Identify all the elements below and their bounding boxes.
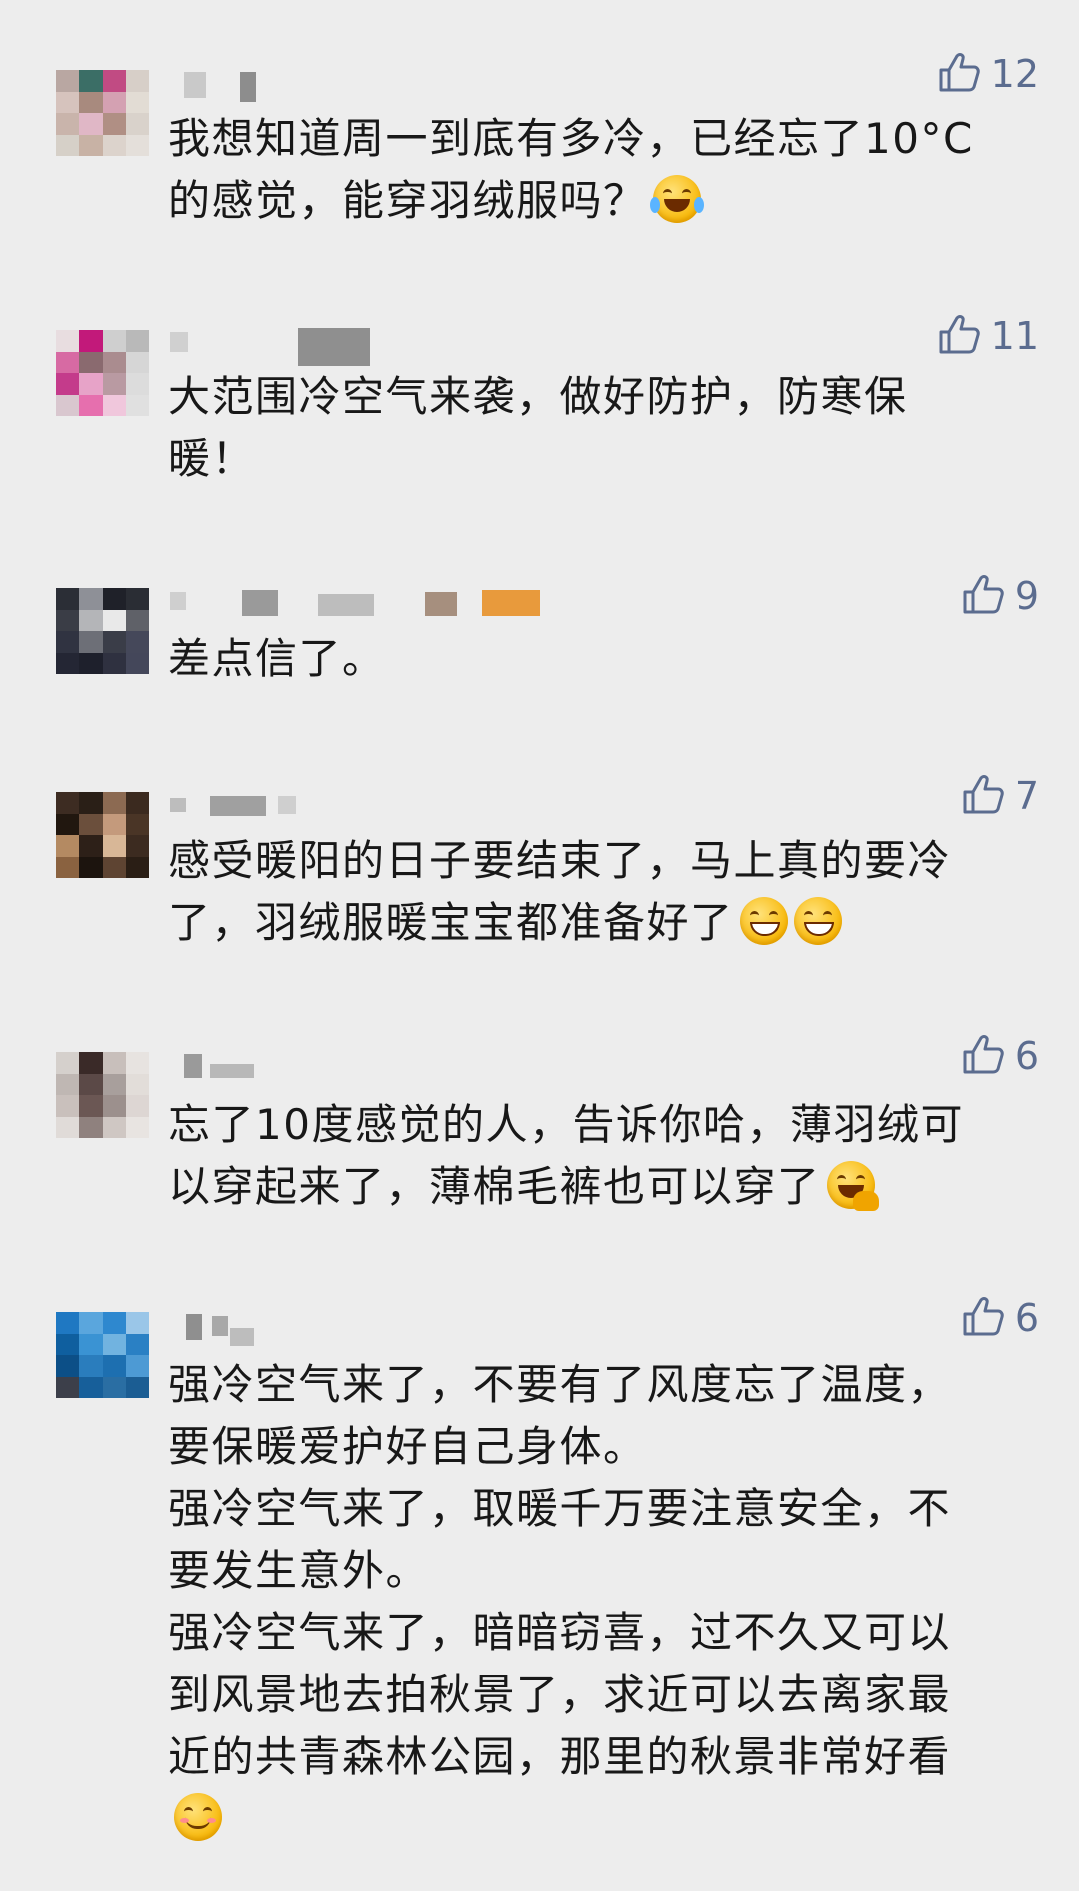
username-blurred[interactable] (170, 1314, 270, 1346)
like-count: 6 (1014, 1034, 1039, 1078)
comment-text: 忘了10度感觉的人，告诉你哈，薄羽绒可 以穿起来了，薄棉毛裤也可以穿了 (168, 1100, 964, 1211)
like-button[interactable]: 6 (961, 1294, 1039, 1342)
facepalm-emoji (826, 1161, 879, 1211)
username-blurred[interactable] (170, 70, 270, 102)
smile-emoji (174, 1793, 222, 1841)
avatar[interactable] (56, 1052, 149, 1138)
comment-text: 强冷空气来了，不要有了风度忘了温度， 要保暖爱护好自己身体。 强冷空气来了，取暖… (168, 1354, 1038, 1850)
like-button[interactable]: 7 (961, 772, 1039, 820)
like-button[interactable]: 9 (961, 572, 1039, 620)
like-count: 11 (990, 314, 1039, 358)
username-blurred[interactable] (170, 586, 550, 618)
thumbs-up-icon (937, 50, 981, 98)
like-count: 12 (990, 52, 1039, 96)
thumbs-up-icon (961, 772, 1005, 820)
avatar[interactable] (56, 70, 149, 156)
like-button[interactable]: 6 (961, 1032, 1039, 1080)
comment-list: 12 我想知道周一到底有多冷，已经忘了10°C 的感觉，能穿羽绒服吗？ 11 大… (0, 0, 1079, 1891)
username-blurred[interactable] (170, 1050, 270, 1082)
comment-text: 差点信了。 (168, 634, 386, 683)
grin-emoji (739, 897, 788, 945)
like-button[interactable]: 11 (937, 312, 1039, 360)
avatar[interactable] (56, 1312, 149, 1398)
like-button[interactable]: 12 (937, 50, 1039, 98)
like-count: 7 (1014, 774, 1039, 818)
like-count: 9 (1014, 574, 1039, 618)
comment-text: 我想知道周一到底有多冷，已经忘了10°C 的感觉，能穿羽绒服吗？ (168, 114, 974, 225)
thumbs-up-icon (961, 572, 1005, 620)
avatar[interactable] (56, 330, 149, 416)
comment-text: 感受暖阳的日子要结束了，马上真的要冷 了，羽绒服暖宝宝都准备好了 (168, 836, 952, 947)
comment-text: 大范围冷空气来袭，做好防护，防寒保 暖！ (168, 372, 908, 483)
avatar[interactable] (56, 792, 149, 878)
thumbs-up-icon (961, 1294, 1005, 1342)
username-blurred[interactable] (170, 328, 380, 366)
thumbs-up-icon (961, 1032, 1005, 1080)
grin-emoji (793, 897, 842, 945)
tears-of-joy-emoji (649, 175, 704, 223)
like-count: 6 (1014, 1296, 1039, 1340)
avatar[interactable] (56, 588, 149, 674)
thumbs-up-icon (937, 312, 981, 360)
username-blurred[interactable] (170, 790, 310, 822)
